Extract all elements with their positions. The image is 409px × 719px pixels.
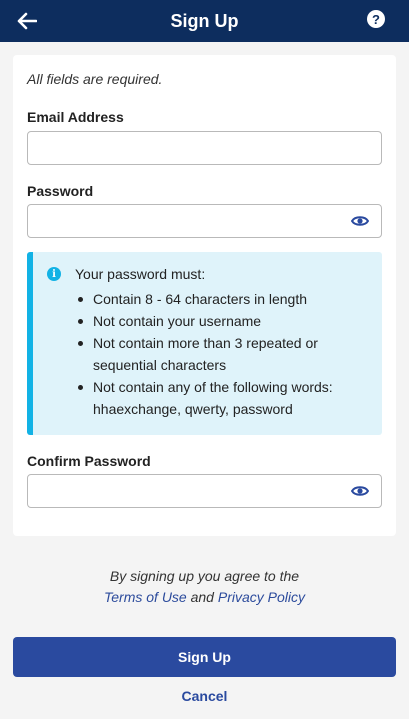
email-label: Email Address [27,109,124,125]
cancel-link[interactable]: Cancel [0,688,409,704]
privacy-policy-link[interactable]: Privacy Policy [218,589,305,605]
agreement-and: and [190,589,214,605]
sign-up-button[interactable]: Sign Up [13,637,396,677]
password-rule: Not contain more than 3 repeated or sequ… [75,332,375,376]
password-field[interactable] [27,204,382,238]
password-rules-title: Your password must: [75,266,206,282]
confirm-password-field[interactable] [27,474,382,508]
back-arrow-icon[interactable] [14,8,40,34]
terms-of-use-link[interactable]: Terms of Use [104,589,187,605]
required-fields-note: All fields are required. [27,71,163,87]
password-label: Password [27,183,94,199]
agreement-prefix: By signing up you agree to the [109,568,300,584]
app-header: Sign Up ? [0,0,409,42]
password-rule: Not contain your username [75,310,375,332]
show-confirm-password-eye-icon[interactable] [350,484,370,498]
password-rule: Contain 8 - 64 characters in length [75,288,375,310]
signup-form-card: All fields are required. Email Address P… [13,55,396,536]
terms-agreement-text: By signing up you agree to the Terms of … [0,566,409,608]
page-title: Sign Up [170,10,239,31]
confirm-password-label: Confirm Password [27,453,151,469]
email-field[interactable] [27,131,382,165]
info-icon: i [47,267,61,281]
password-rules-list: Contain 8 - 64 characters in length Not … [75,288,375,420]
help-icon[interactable]: ? [367,10,385,28]
show-password-eye-icon[interactable] [350,214,370,228]
password-requirements-box: i Your password must: Contain 8 - 64 cha… [27,252,382,435]
password-rule: Not contain any of the following words: … [75,376,375,420]
